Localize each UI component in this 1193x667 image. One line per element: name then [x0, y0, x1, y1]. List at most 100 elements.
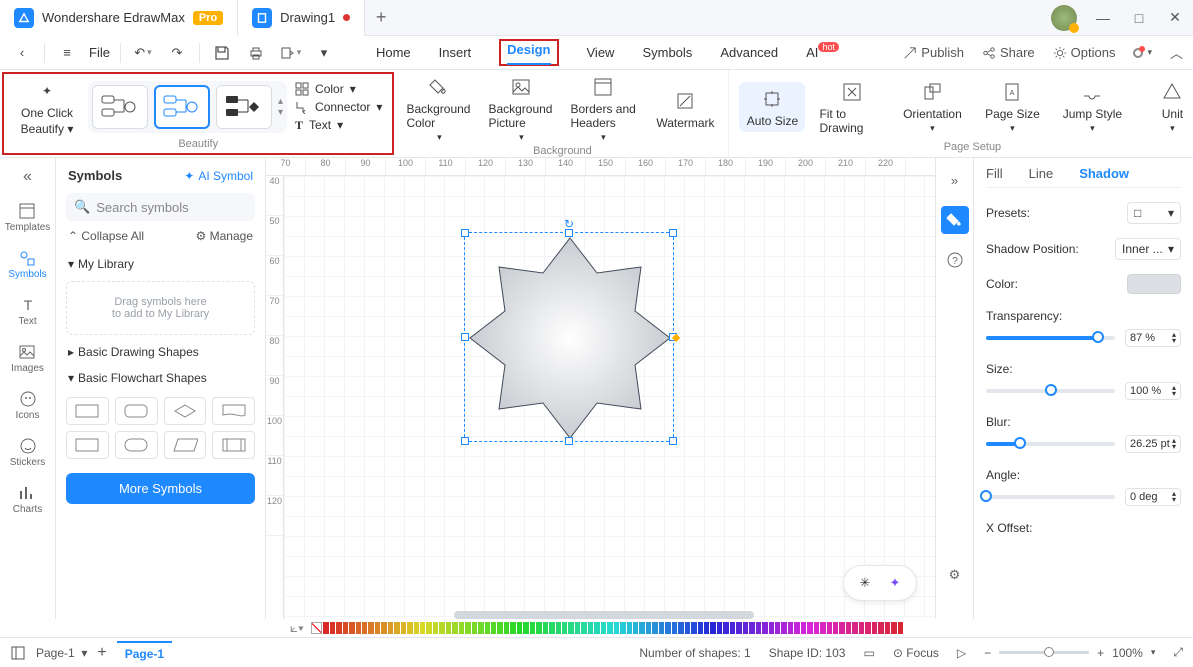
publish-button[interactable]: Publish: [903, 45, 964, 60]
color-swatch[interactable]: [478, 622, 483, 634]
color-swatch[interactable]: [349, 622, 354, 634]
help-button[interactable]: ▾: [1133, 47, 1152, 58]
palette-dropper-icon[interactable]: ⟀▾: [290, 620, 304, 636]
color-swatch[interactable]: [859, 622, 864, 634]
color-swatch[interactable]: [575, 622, 580, 634]
rail-images[interactable]: Images: [11, 343, 44, 374]
color-swatch[interactable]: [401, 622, 406, 634]
color-swatch[interactable]: [368, 622, 373, 634]
color-menu[interactable]: Color ▾: [295, 80, 382, 98]
rail-stickers[interactable]: Stickers: [10, 437, 46, 468]
fill-tool-icon[interactable]: [941, 206, 969, 234]
color-swatch[interactable]: [330, 622, 335, 634]
one-click-beautify-button[interactable]: ✦ One Click Beautify ▾: [14, 78, 80, 136]
flowchart-shapes-category[interactable]: ▾ Basic Flowchart Shapes: [56, 365, 265, 391]
ai-sparkle-button[interactable]: ✳: [854, 572, 876, 594]
tab-view[interactable]: View: [587, 39, 615, 66]
color-swatch[interactable]: [665, 622, 670, 634]
search-input[interactable]: 🔍 Search symbols: [66, 193, 255, 221]
style-preset-3[interactable]: [216, 85, 272, 129]
color-swatch[interactable]: [749, 622, 754, 634]
document-tab[interactable]: Drawing1: [238, 0, 365, 36]
color-swatch[interactable]: [426, 622, 431, 634]
handle-n[interactable]: [565, 229, 573, 237]
color-swatch[interactable]: [607, 622, 612, 634]
color-swatch[interactable]: [659, 622, 664, 634]
no-color-swatch[interactable]: [311, 622, 322, 634]
color-swatch[interactable]: [614, 622, 619, 634]
color-swatch[interactable]: [510, 622, 515, 634]
size-value[interactable]: 100 %▴▾: [1125, 382, 1181, 400]
more-icon[interactable]: ▾: [312, 41, 336, 65]
color-swatch[interactable]: [865, 622, 870, 634]
ai-magic-button[interactable]: ✦: [884, 572, 906, 594]
expand-right-icon[interactable]: »: [941, 166, 969, 194]
color-swatch[interactable]: [769, 622, 774, 634]
my-library-category[interactable]: ▾ My Library: [56, 251, 265, 277]
color-swatch[interactable]: [762, 622, 767, 634]
color-swatch[interactable]: [704, 622, 709, 634]
color-swatch[interactable]: [717, 622, 722, 634]
color-swatch[interactable]: [730, 622, 735, 634]
jump-style-button[interactable]: Jump Style▾: [1059, 79, 1125, 134]
angle-value[interactable]: 0 deg▴▾: [1125, 488, 1181, 506]
color-swatch[interactable]: [446, 622, 451, 634]
tab-symbols[interactable]: Symbols: [642, 39, 692, 66]
shape-rect[interactable]: [66, 397, 109, 425]
position-select[interactable]: Inner ...▾: [1115, 238, 1181, 260]
color-swatch[interactable]: [827, 622, 832, 634]
color-swatch[interactable]: [756, 622, 761, 634]
color-swatch[interactable]: [504, 622, 509, 634]
presentation-icon[interactable]: ▭: [863, 646, 874, 660]
share-button[interactable]: Share: [982, 45, 1035, 60]
color-swatch[interactable]: [833, 622, 838, 634]
export-icon[interactable]: [278, 41, 302, 65]
color-swatch[interactable]: [491, 622, 496, 634]
style-preset-2[interactable]: [154, 85, 210, 129]
collapse-all-button[interactable]: ⌃ Collapse All: [68, 229, 144, 243]
presets-select[interactable]: □▾: [1127, 202, 1181, 224]
shape-roundrect[interactable]: [115, 397, 158, 425]
color-swatch[interactable]: [336, 622, 341, 634]
horizontal-scrollbar[interactable]: [454, 611, 754, 619]
selection-box[interactable]: ↻: [464, 232, 674, 442]
zoom-in-button[interactable]: +: [1097, 646, 1104, 660]
size-slider[interactable]: [986, 389, 1115, 393]
color-swatch[interactable]: [801, 622, 806, 634]
zoom-out-button[interactable]: −: [984, 646, 991, 660]
shape-diamond[interactable]: [164, 397, 207, 425]
color-swatch[interactable]: [581, 622, 586, 634]
zoom-value[interactable]: 100%: [1112, 646, 1143, 660]
tab-insert[interactable]: Insert: [439, 39, 472, 66]
color-swatch[interactable]: [620, 622, 625, 634]
style-more[interactable]: ▴▾: [278, 96, 283, 118]
shadow-color-picker[interactable]: [1127, 274, 1181, 294]
shape-terminator[interactable]: [115, 431, 158, 459]
color-swatch[interactable]: [536, 622, 541, 634]
color-swatch[interactable]: [420, 622, 425, 634]
close-button[interactable]: ✕: [1157, 9, 1193, 26]
blur-value[interactable]: 26.25 pt▴▾: [1125, 435, 1181, 453]
color-swatch[interactable]: [698, 622, 703, 634]
color-swatch[interactable]: [878, 622, 883, 634]
color-swatch[interactable]: [517, 622, 522, 634]
back-button[interactable]: ‹: [10, 41, 34, 65]
minimize-button[interactable]: —: [1085, 10, 1121, 26]
handle-s[interactable]: [565, 437, 573, 445]
star-shape[interactable]: [465, 233, 675, 443]
tab-home[interactable]: Home: [376, 39, 411, 66]
text-menu[interactable]: TText ▾: [295, 116, 382, 135]
color-swatch[interactable]: [891, 622, 896, 634]
style-preset-1[interactable]: [92, 85, 148, 129]
rail-symbols[interactable]: Symbols: [8, 249, 46, 280]
color-swatch[interactable]: [775, 622, 780, 634]
color-swatch[interactable]: [852, 622, 857, 634]
orientation-button[interactable]: Orientation▾: [899, 79, 965, 134]
color-swatch[interactable]: [497, 622, 502, 634]
color-swatch[interactable]: [639, 622, 644, 634]
options-button[interactable]: Options: [1053, 45, 1116, 60]
watermark-button[interactable]: Watermark: [652, 88, 718, 130]
manage-button[interactable]: ⚙ Manage: [196, 229, 253, 243]
help-icon[interactable]: ?: [941, 246, 969, 274]
new-tab-button[interactable]: +: [365, 7, 397, 28]
